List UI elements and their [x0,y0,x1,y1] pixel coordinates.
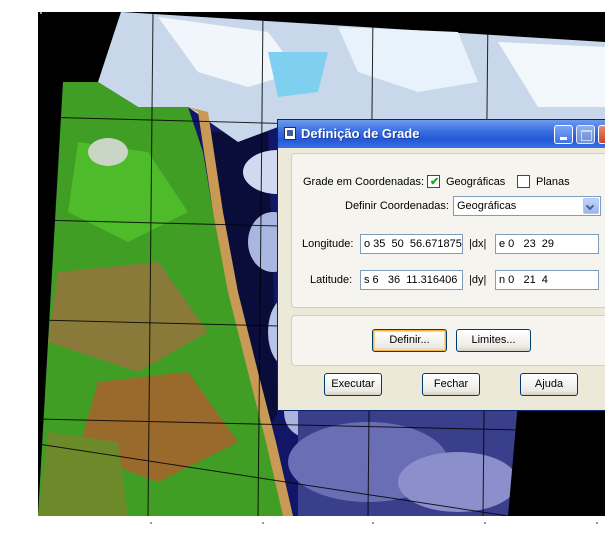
define-button[interactable]: Definir... [372,329,447,352]
actions-group: Definir... Limites... [291,315,605,366]
scale-tick [150,522,152,524]
scale-tick [262,522,264,524]
chevron-down-icon[interactable] [583,198,599,214]
scale-tick [484,522,486,524]
close-button[interactable]: Fechar [422,373,480,396]
dialog-titlebar[interactable]: Definição de Grade [278,120,605,148]
scale-tick [40,12,42,14]
dy-label: |dy| [469,274,487,286]
define-coords-select[interactable]: Geográficas [453,196,601,216]
grid-definition-dialog: Definição de Grade Grade em Coordenadas:… [277,119,605,411]
execute-button[interactable]: Executar [324,373,382,396]
define-coords-value: Geográficas [457,200,517,212]
dx-input[interactable]: e 0 23 29 [495,234,599,254]
geographic-checkbox[interactable]: ✔ [427,175,440,188]
dx-label: |dx| [469,238,487,250]
latitude-input[interactable]: s 6 36 11.316406 [360,270,463,290]
close-icon[interactable] [598,125,605,144]
planar-checkbox[interactable] [517,175,530,188]
maximize-icon[interactable] [576,125,595,144]
help-button[interactable]: Ajuda [520,373,578,396]
geographic-option-label: Geográficas [446,176,506,188]
planar-option-label: Planas [536,176,570,188]
app-window-icon [284,127,296,140]
latitude-label: Latitude: [310,274,353,286]
scale-tick [372,522,374,524]
define-coords-label: Definir Coordenadas: [345,200,449,212]
limits-button[interactable]: Limites... [456,329,531,352]
dialog-title: Definição de Grade [301,126,420,141]
minimize-icon[interactable] [554,125,573,144]
grid-coords-label: Grade em Coordenadas: [303,176,425,188]
checkmark-icon: ✔ [430,176,440,188]
longitude-input[interactable]: o 35 50 56.671875 [360,234,463,254]
coordinates-group: Grade em Coordenadas: ✔ Geográficas Plan… [291,153,605,308]
scale-tick [596,522,598,524]
longitude-label: Longitude: [302,238,354,250]
dy-input[interactable]: n 0 21 4 [495,270,599,290]
